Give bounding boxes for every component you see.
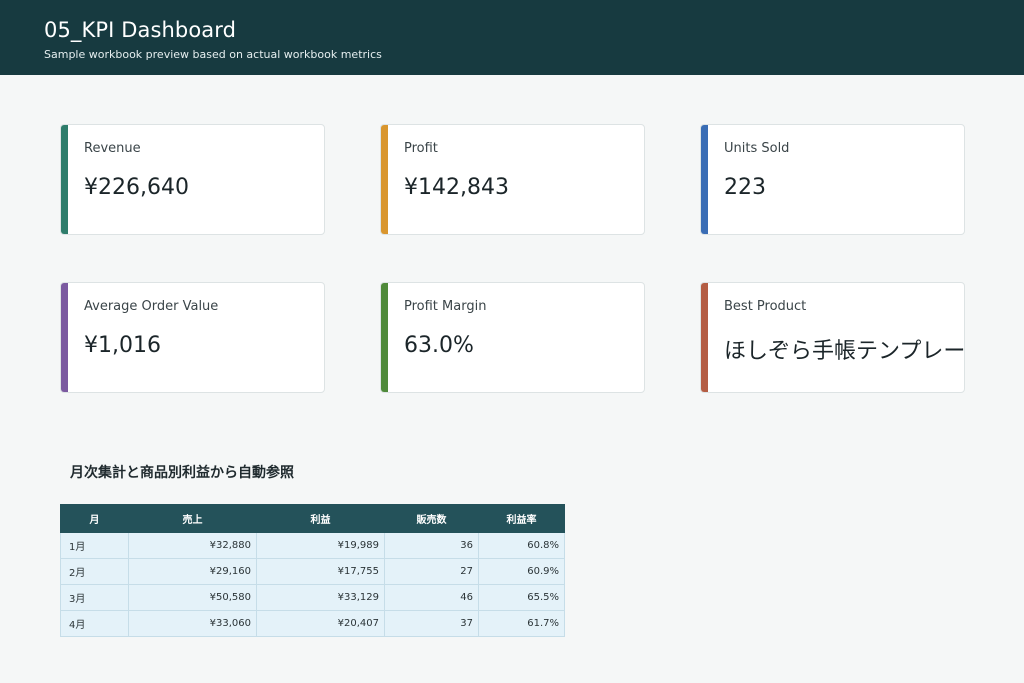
cell-profit: ¥19,989	[256, 532, 385, 559]
cell-margin: 60.8%	[478, 532, 565, 559]
cell-units: 27	[384, 558, 479, 585]
kpi-value: ¥226,640	[84, 175, 189, 200]
kpi-label: Best Product	[724, 299, 807, 314]
kpi-label: Average Order Value	[84, 299, 219, 314]
kpi-accent-bar	[61, 125, 68, 234]
kpi-value: 223	[724, 175, 766, 200]
table-header-row: 月 売上 利益 販売数 利益率	[60, 504, 565, 533]
kpi-card-revenue: Revenue ¥226,640	[60, 124, 325, 235]
cell-sales: ¥33,060	[128, 610, 257, 637]
kpi-card-profit: Profit ¥142,843	[380, 124, 645, 235]
kpi-card-best-product: Best Product ほしぞら手帳テンプレート	[700, 282, 965, 393]
cell-profit: ¥17,755	[256, 558, 385, 585]
cell-month: 1月	[60, 532, 129, 559]
table-row: 1月 ¥32,880 ¥19,989 36 60.8%	[60, 532, 565, 559]
page-title: 05_KPI Dashboard	[44, 18, 237, 42]
kpi-value: ほしぞら手帳テンプレート	[724, 339, 965, 364]
cell-sales: ¥50,580	[128, 584, 257, 611]
cell-units: 36	[384, 532, 479, 559]
table-row: 2月 ¥29,160 ¥17,755 27 60.9%	[60, 558, 565, 585]
kpi-value: 63.0%	[404, 333, 474, 358]
cell-sales: ¥32,880	[128, 532, 257, 559]
kpi-card-units-sold: Units Sold 223	[700, 124, 965, 235]
section-title: 月次集計と商品別利益から自動参照	[70, 465, 294, 481]
column-header-profit: 利益	[256, 504, 385, 533]
cell-profit: ¥33,129	[256, 584, 385, 611]
cell-profit: ¥20,407	[256, 610, 385, 637]
column-header-sales: 売上	[128, 504, 257, 533]
column-header-month: 月	[60, 504, 129, 533]
cell-sales: ¥29,160	[128, 558, 257, 585]
kpi-accent-bar	[701, 125, 708, 234]
kpi-value: ¥142,843	[404, 175, 509, 200]
kpi-label: Revenue	[84, 141, 141, 156]
dashboard-header: 05_KPI Dashboard Sample workbook preview…	[0, 0, 1024, 75]
cell-margin: 60.9%	[478, 558, 565, 585]
kpi-label: Profit Margin	[404, 299, 487, 314]
kpi-accent-bar	[61, 283, 68, 392]
kpi-accent-bar	[701, 283, 708, 392]
monthly-summary-table: 月 売上 利益 販売数 利益率 1月 ¥32,880 ¥19,989 36 60…	[60, 504, 565, 637]
cell-units: 46	[384, 584, 479, 611]
cell-month: 2月	[60, 558, 129, 585]
cell-month: 3月	[60, 584, 129, 611]
table-row: 4月 ¥33,060 ¥20,407 37 61.7%	[60, 610, 565, 637]
kpi-card-profit-margin: Profit Margin 63.0%	[380, 282, 645, 393]
cell-units: 37	[384, 610, 479, 637]
kpi-card-average-order-value: Average Order Value ¥1,016	[60, 282, 325, 393]
column-header-units: 販売数	[384, 504, 479, 533]
kpi-label: Profit	[404, 141, 438, 156]
cell-margin: 65.5%	[478, 584, 565, 611]
cell-month: 4月	[60, 610, 129, 637]
kpi-label: Units Sold	[724, 141, 790, 156]
kpi-accent-bar	[381, 125, 388, 234]
cell-margin: 61.7%	[478, 610, 565, 637]
column-header-margin: 利益率	[478, 504, 565, 533]
table-row: 3月 ¥50,580 ¥33,129 46 65.5%	[60, 584, 565, 611]
page-subtitle: Sample workbook preview based on actual …	[44, 48, 382, 61]
kpi-value: ¥1,016	[84, 333, 161, 358]
kpi-accent-bar	[381, 283, 388, 392]
